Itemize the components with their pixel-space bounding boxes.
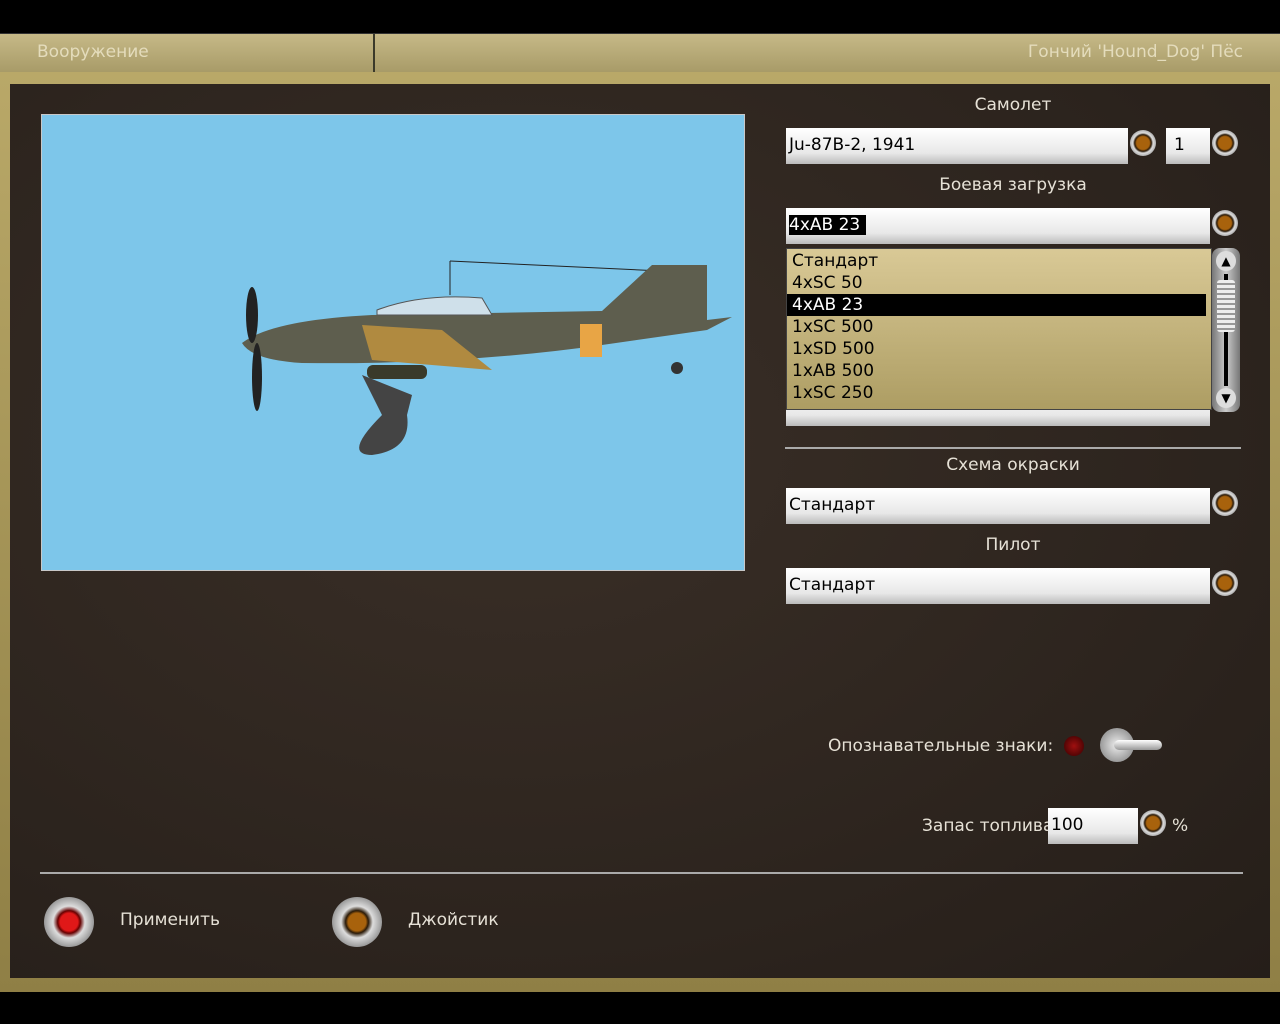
loadout-dropdown-knob-icon[interactable] [1212, 210, 1238, 236]
list-item[interactable]: 4xSC 50 [787, 272, 1206, 294]
list-item[interactable]: Стандарт [787, 250, 1206, 272]
pilot-dropdown-knob-icon[interactable] [1212, 570, 1238, 596]
title-bar: Вооружение Гончий 'Hound_Dog' Пёс [0, 33, 1280, 72]
pilot-name: Гончий 'Hound_Dog' Пёс [1027, 42, 1243, 62]
fuel-label: Запас топлива [922, 816, 1054, 836]
list-item[interactable]: 1xSC 250 [787, 382, 1206, 404]
list-item[interactable]: 1xSC 500 [787, 316, 1206, 338]
fuel-select[interactable]: 100 [1048, 808, 1138, 844]
number-dropdown-knob-icon[interactable] [1212, 130, 1238, 156]
aircraft-select[interactable]: Ju-87B-2, 1941 [786, 128, 1128, 164]
loadout-dropdown-list[interactable]: Стандарт 4xSC 50 4xAB 23 1xSC 500 1xSD 5… [786, 248, 1212, 410]
markings-indicator-light [1064, 736, 1084, 756]
list-item[interactable]: 1xSD 500 [787, 338, 1206, 360]
scroll-down-icon[interactable]: ▼ [1216, 388, 1236, 408]
markings-label: Опознавательные знаки: [828, 736, 1054, 756]
pilot-select[interactable]: Стандарт [786, 568, 1210, 604]
divider [40, 872, 1243, 874]
skin-label: Схема окраски [946, 455, 1080, 475]
skin-dropdown-knob-icon[interactable] [1212, 490, 1238, 516]
apply-button-label[interactable]: Применить [120, 910, 220, 930]
markings-toggle-switch[interactable] [1100, 728, 1162, 762]
skin-select[interactable]: Стандарт [786, 488, 1210, 524]
loadout-value: 4xAB 23 [789, 215, 867, 235]
pilot-label: Пилот [985, 535, 1041, 555]
divider [785, 447, 1241, 449]
loadout-label: Боевая загрузка [939, 175, 1087, 195]
joystick-button-label[interactable]: Джойстик [408, 910, 499, 930]
aircraft-label: Самолет [974, 95, 1052, 115]
aircraft-dropdown-knob-icon[interactable] [1130, 130, 1156, 156]
fuel-dropdown-knob-icon[interactable] [1140, 810, 1166, 836]
fuel-unit: % [1172, 816, 1189, 836]
divider [373, 34, 375, 72]
scroll-thumb[interactable] [1217, 280, 1235, 332]
apply-button-icon[interactable] [44, 897, 94, 947]
joystick-button-icon[interactable] [332, 897, 382, 947]
scroll-up-icon[interactable]: ▲ [1216, 251, 1236, 271]
aircraft-number-select[interactable]: 1 [1166, 128, 1210, 164]
aircraft-model-image [242, 260, 732, 455]
screen-title: Вооружение [37, 42, 149, 62]
aircraft-preview[interactable] [41, 114, 745, 571]
list-item[interactable]: 1xAB 500 [787, 360, 1206, 382]
loadout-select[interactable]: 4xAB 23 [786, 208, 1210, 244]
list-item-selected[interactable]: 4xAB 23 [787, 294, 1206, 316]
list-scrollbar[interactable]: ▲ ▼ [1212, 248, 1240, 412]
